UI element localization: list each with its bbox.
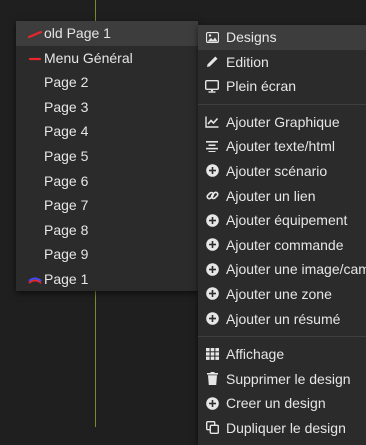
page-item-label: Page 5 bbox=[44, 147, 89, 164]
menu-item-label: Ajouter Graphique bbox=[226, 113, 340, 130]
page-item-old-page-1[interactable]: old Page 1 bbox=[16, 21, 198, 46]
menu-item-ajouter-un-lien[interactable]: Ajouter un lien bbox=[198, 184, 366, 209]
menu-item-label: Ajouter une zone bbox=[226, 285, 332, 302]
page-item-label: Menu Général bbox=[44, 49, 133, 66]
line-chart-icon bbox=[205, 115, 219, 129]
pages-menu: old Page 1 Menu Général Page 2 Page 3 Pa… bbox=[16, 21, 198, 291]
menu-item-ajouter-image-cam[interactable]: Ajouter une image/cam bbox=[198, 257, 366, 282]
page-item-label: old Page 1 bbox=[44, 25, 111, 41]
menu-divider bbox=[198, 336, 366, 338]
plus-circle-icon bbox=[205, 262, 219, 276]
menu-item-ajouter-equipement[interactable]: Ajouter équipement bbox=[198, 208, 366, 233]
page-item-page-7[interactable]: Page 7 bbox=[16, 193, 198, 218]
monitor-icon bbox=[205, 79, 219, 93]
page-item-label: Page 3 bbox=[44, 98, 89, 115]
menu-item-ajouter-scenario[interactable]: Ajouter scénario bbox=[198, 159, 366, 184]
page-item-page-8[interactable]: Page 8 bbox=[16, 218, 198, 243]
menu-item-label: Creer un design bbox=[226, 395, 326, 412]
page-item-page-3[interactable]: Page 3 bbox=[16, 95, 198, 120]
menu-divider bbox=[198, 103, 366, 105]
plus-circle-icon bbox=[205, 238, 219, 252]
menu-item-label: Ajouter scénario bbox=[226, 162, 328, 179]
menu-item-edition[interactable]: Edition bbox=[198, 50, 366, 75]
menu-item-plein-ecran[interactable]: Plein écran bbox=[198, 74, 366, 99]
page-item-label: Page 4 bbox=[44, 123, 89, 140]
page-item-label: Page 2 bbox=[44, 74, 89, 91]
menu-item-ajouter-une-zone[interactable]: Ajouter une zone bbox=[198, 282, 366, 307]
plus-circle-icon bbox=[205, 164, 219, 178]
align-center-icon bbox=[205, 139, 219, 153]
plus-circle-icon bbox=[205, 213, 219, 227]
page-item-label: Page 6 bbox=[44, 172, 89, 189]
menu-item-creer-un-design[interactable]: Creer un design bbox=[198, 391, 366, 416]
menu-item-ajouter-texte-html[interactable]: Ajouter texte/html bbox=[198, 134, 366, 159]
page-item-label: Page 7 bbox=[44, 197, 89, 214]
menu-item-label: Edition bbox=[226, 53, 269, 70]
menu-item-supprimer-le-design[interactable]: Supprimer le design bbox=[198, 367, 366, 392]
copy-icon bbox=[205, 421, 219, 435]
page-item-page-1[interactable]: Page 1 bbox=[16, 267, 198, 292]
menu-item-ajouter-graphique[interactable]: Ajouter Graphique bbox=[198, 110, 366, 135]
menu-item-label: Ajouter équipement bbox=[226, 212, 348, 229]
link-icon bbox=[205, 189, 219, 203]
page-item-page-5[interactable]: Page 5 bbox=[16, 144, 198, 169]
menu-item-label: Ajouter texte/html bbox=[226, 138, 335, 155]
design-context-menu: Designs Edition Plein écran Ajouter Grap… bbox=[198, 25, 366, 445]
menu-item-label: Ajouter un résumé bbox=[226, 310, 341, 327]
menu-item-designs[interactable]: Designs bbox=[198, 25, 366, 50]
menu-item-label: Supprimer le design bbox=[226, 370, 351, 387]
menu-item-ajouter-commande[interactable]: Ajouter commande bbox=[198, 233, 366, 258]
menu-item-ajouter-un-resume[interactable]: Ajouter un résumé bbox=[198, 307, 366, 332]
page-item-label: Page 1 bbox=[44, 270, 89, 287]
page-item-page-6[interactable]: Page 6 bbox=[16, 169, 198, 194]
grid-icon bbox=[205, 347, 219, 361]
red-dash-icon bbox=[28, 30, 42, 39]
menu-item-affichage[interactable]: Affichage bbox=[198, 342, 366, 367]
menu-item-label: Designs bbox=[226, 29, 277, 45]
page-item-page-9[interactable]: Page 9 bbox=[16, 242, 198, 267]
menu-item-label: Plein écran bbox=[226, 78, 297, 95]
menu-item-label: Ajouter commande bbox=[226, 236, 344, 253]
pencil-icon bbox=[205, 55, 219, 69]
menu-item-label: Ajouter un lien bbox=[226, 187, 316, 204]
trash-icon bbox=[205, 372, 219, 386]
image-icon bbox=[205, 30, 219, 44]
red-dash-icon bbox=[28, 57, 42, 60]
plus-circle-icon bbox=[205, 287, 219, 301]
page-item-page-2[interactable]: Page 2 bbox=[16, 70, 198, 95]
menu-item-label: Dupliquer le design bbox=[226, 419, 346, 436]
page-item-page-4[interactable]: Page 4 bbox=[16, 119, 198, 144]
menu-item-label: Affichage bbox=[226, 346, 285, 363]
menu-item-dupliquer-le-design[interactable]: Dupliquer le design bbox=[198, 416, 366, 441]
plus-circle-icon bbox=[205, 312, 219, 326]
blue-red-arc-icon bbox=[28, 277, 42, 284]
page-item-label: Page 8 bbox=[44, 221, 89, 238]
plus-circle-icon bbox=[205, 396, 219, 410]
page-item-label: Page 9 bbox=[44, 246, 89, 263]
page-item-menu-general[interactable]: Menu Général bbox=[16, 46, 198, 71]
menu-item-label: Ajouter une image/cam bbox=[226, 261, 366, 278]
